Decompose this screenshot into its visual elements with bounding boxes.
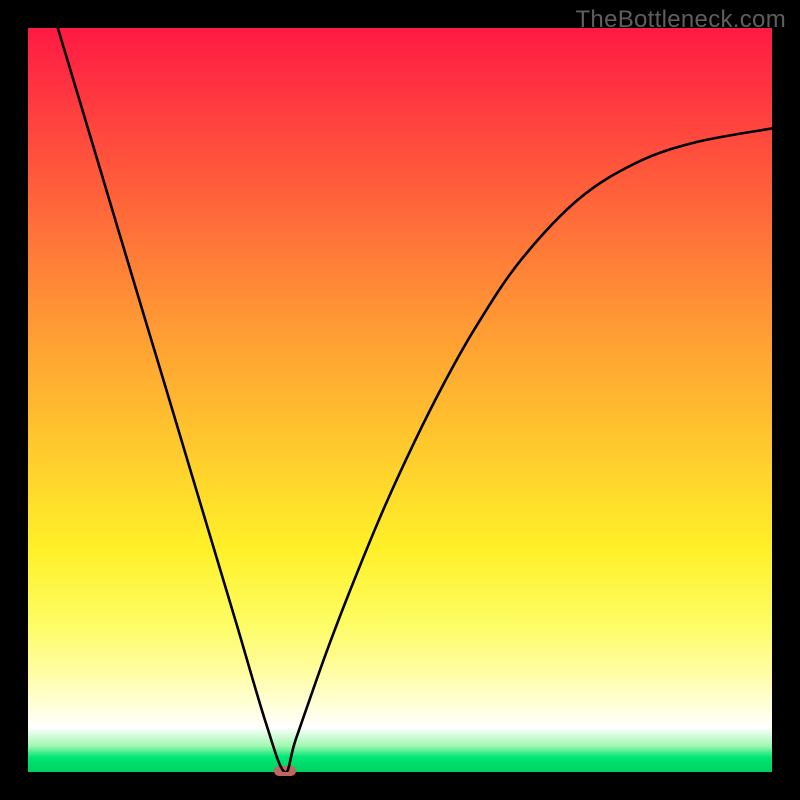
watermark-text: TheBottleneck.com xyxy=(575,6,786,34)
curve-path xyxy=(58,28,772,772)
bottleneck-curve xyxy=(28,28,772,772)
